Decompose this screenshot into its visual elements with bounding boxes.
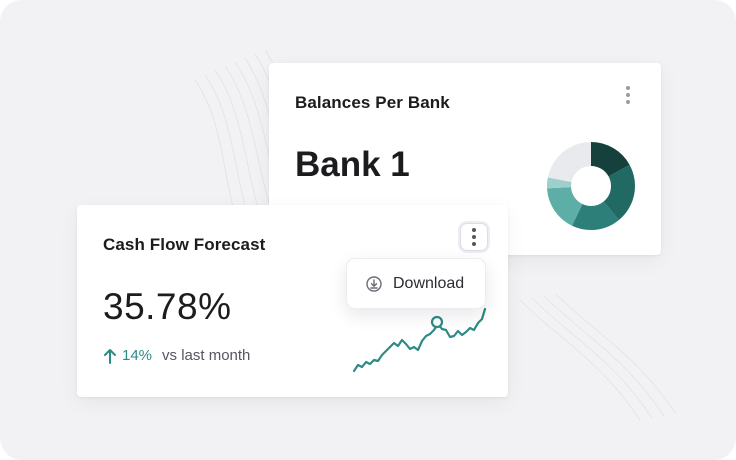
download-icon <box>366 275 382 292</box>
canvas-background: Balances Per Bank Bank 1 Cash Flow Forec… <box>0 0 736 460</box>
sparkline-highlight-point[interactable] <box>430 315 444 329</box>
cashflow-percentage-value: 35.78% <box>103 286 232 327</box>
balances-more-options-button[interactable] <box>614 81 642 109</box>
cashflow-more-options-button[interactable] <box>460 223 488 251</box>
menu-item-download[interactable]: Download <box>393 275 464 293</box>
cashflow-card-title: Cash Flow Forecast <box>103 235 266 254</box>
vertical-ellipsis-icon <box>626 86 630 104</box>
vertical-ellipsis-icon <box>472 228 476 246</box>
bank-name-value: Bank 1 <box>295 145 410 184</box>
balances-card-title: Balances Per Bank <box>295 93 450 112</box>
arrow-up-icon <box>104 348 116 364</box>
cashflow-context-menu: Download <box>346 258 486 309</box>
cashflow-sparkline <box>352 307 487 373</box>
bank-balance-donut-chart <box>547 142 635 230</box>
sparkline-line <box>352 307 487 373</box>
trend-indicator: 14% vs last month <box>103 347 250 364</box>
trend-change-value: 14% <box>122 347 153 364</box>
trend-change-label: vs last month <box>162 347 251 364</box>
